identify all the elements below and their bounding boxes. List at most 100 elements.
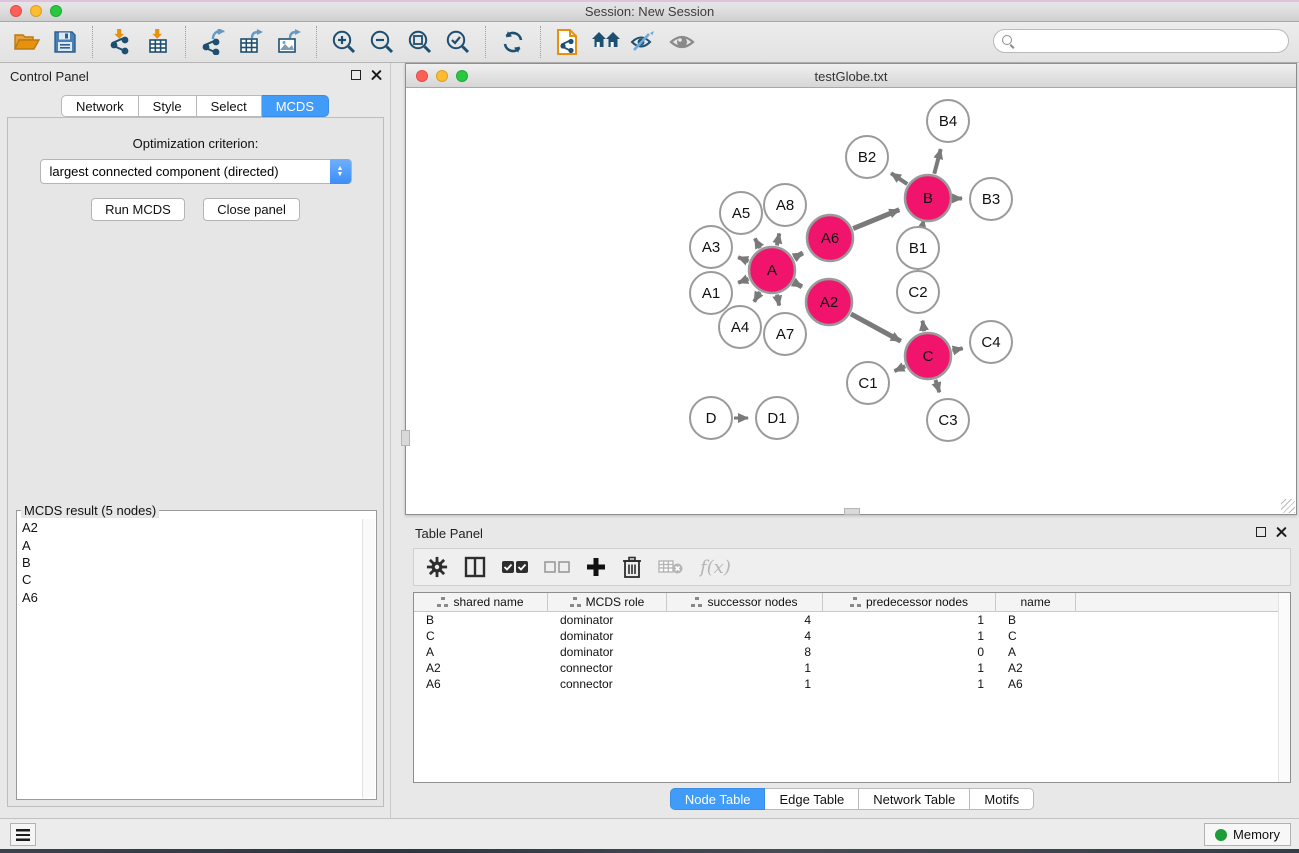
column-header-MCDS-role[interactable]: MCDS role — [548, 593, 667, 611]
mcds-result-item[interactable]: A — [18, 536, 362, 553]
delete-column-icon[interactable] — [622, 556, 642, 578]
table-cell: 8 — [667, 644, 823, 660]
node-label-C1: C1 — [858, 375, 877, 392]
birdseye-bottom-handle[interactable] — [844, 508, 860, 515]
close-panel-icon[interactable] — [371, 69, 382, 80]
first-neighbors-icon[interactable] — [551, 26, 585, 58]
dropdown-stepper-icon: ▲▼ — [330, 159, 351, 184]
network-graph-canvas[interactable]: B4B2BB3A5A8A6A3B1AA1C2A2A4A7CC4C1C3DD1 — [407, 89, 1296, 515]
home-icon[interactable] — [589, 26, 623, 58]
tab-edge-table[interactable]: Edge Table — [765, 788, 859, 810]
mcds-result-item[interactable]: B — [18, 554, 362, 571]
close-table-panel-icon[interactable] — [1276, 526, 1287, 537]
network-window-titlebar[interactable]: testGlobe.txt — [406, 64, 1296, 88]
edge-A-A8[interactable] — [777, 233, 779, 245]
zoom-in-icon[interactable] — [327, 26, 361, 58]
table-row[interactable]: A6connector11A6 — [414, 676, 1290, 692]
deselect-all-icon[interactable] — [544, 560, 570, 574]
node-label-B1: B1 — [909, 240, 927, 257]
edge-C-C3[interactable] — [935, 380, 939, 392]
import-table-icon[interactable] — [141, 26, 175, 58]
edge-A-A7[interactable] — [777, 294, 779, 305]
zoom-out-icon[interactable] — [365, 26, 399, 58]
tab-style[interactable]: Style — [139, 95, 197, 117]
hide-details-icon[interactable] — [627, 26, 661, 58]
edge-A-A6[interactable] — [794, 253, 803, 258]
column-header-name[interactable]: name — [996, 593, 1076, 611]
edge-B-B2[interactable] — [891, 173, 907, 184]
edge-A6-B[interactable] — [853, 210, 899, 229]
delete-table-icon[interactable] — [658, 559, 684, 575]
export-table-icon[interactable] — [234, 26, 268, 58]
column-header-shared-name[interactable]: shared name — [414, 593, 548, 611]
column-header-label: successor nodes — [707, 595, 797, 609]
mcds-result-item[interactable]: A6 — [18, 589, 362, 606]
table-row[interactable]: Bdominator41B — [414, 612, 1290, 628]
node-label-C2: C2 — [908, 284, 927, 301]
table-panel: Table Panel f(x) shared nameMCDS role — [405, 520, 1299, 818]
edge-A-A3[interactable] — [738, 257, 748, 261]
mcds-result-item[interactable]: C — [18, 571, 362, 588]
add-column-icon[interactable] — [586, 557, 606, 577]
tab-mcds[interactable]: MCDS — [262, 95, 329, 117]
task-history-button[interactable] — [10, 823, 36, 846]
save-session-icon[interactable] — [48, 26, 82, 58]
import-network-icon[interactable] — [103, 26, 137, 58]
tab-network[interactable]: Network — [61, 95, 139, 117]
float-panel-icon[interactable] — [351, 70, 361, 80]
zoom-fit-icon[interactable] — [403, 26, 437, 58]
refresh-layout-icon[interactable] — [496, 26, 530, 58]
toggle-column-view-icon[interactable] — [464, 556, 486, 578]
table-scrollbar[interactable] — [1278, 593, 1290, 782]
edge-C-C2[interactable] — [922, 321, 924, 332]
table-cell: 1 — [823, 628, 996, 644]
table-row[interactable]: A2connector11A2 — [414, 660, 1290, 676]
edge-A-A1[interactable] — [738, 279, 748, 283]
tab-select[interactable]: Select — [197, 95, 262, 117]
window-resize-grip[interactable] — [1281, 499, 1295, 513]
select-all-icon[interactable] — [502, 560, 528, 574]
search-field[interactable] — [993, 29, 1289, 53]
table-row[interactable]: Cdominator41C — [414, 628, 1290, 644]
table-row[interactable]: Adominator80A — [414, 644, 1290, 660]
tab-motifs[interactable]: Motifs — [970, 788, 1034, 810]
edge-A2-C[interactable] — [851, 314, 901, 341]
node-label-A7: A7 — [776, 326, 794, 343]
node-label-A4: A4 — [731, 319, 749, 336]
birdseye-left-handle[interactable] — [401, 430, 410, 446]
hierarchy-icon — [437, 597, 448, 607]
criterion-dropdown[interactable]: largest connected component (directed) ▲… — [40, 159, 352, 184]
edge-A-A5[interactable] — [755, 238, 760, 248]
export-image-icon[interactable] — [272, 26, 306, 58]
table-cell: connector — [548, 676, 667, 692]
memory-button[interactable]: Memory — [1204, 823, 1291, 846]
export-network-icon[interactable] — [196, 26, 230, 58]
column-header-successor-nodes[interactable]: successor nodes — [667, 593, 823, 611]
close-panel-button[interactable]: Close panel — [203, 198, 300, 221]
column-header-predecessor-nodes[interactable]: predecessor nodes — [823, 593, 996, 611]
settings-gear-icon[interactable] — [426, 556, 448, 578]
edge-A-A4[interactable] — [754, 292, 760, 302]
node-table: shared name MCDS role successor nodes prede… — [413, 592, 1291, 783]
tab-network-table[interactable]: Network Table — [859, 788, 970, 810]
mcds-result-scrollbar[interactable] — [362, 519, 375, 798]
edge-C-C4[interactable] — [952, 348, 962, 350]
column-header-label: shared name — [453, 595, 523, 609]
edge-A-A2[interactable] — [794, 282, 802, 287]
open-session-icon[interactable] — [10, 26, 44, 58]
run-mcds-button[interactable]: Run MCDS — [91, 198, 185, 221]
edge-B-B4[interactable] — [934, 149, 940, 174]
table-cell: A — [996, 644, 1076, 660]
mcds-result-list[interactable]: A2ABCA6 — [18, 519, 362, 798]
tab-node-table[interactable]: Node Table — [670, 788, 766, 810]
column-header-label: name — [1020, 595, 1050, 609]
edge-C-C1[interactable] — [894, 366, 905, 371]
show-details-icon[interactable] — [665, 26, 699, 58]
column-header-label: MCDS role — [586, 595, 645, 609]
search-input[interactable] — [1020, 34, 1288, 48]
function-builder-icon[interactable]: f(x) — [700, 557, 731, 578]
zoom-selected-icon[interactable] — [441, 26, 475, 58]
node-label-B4: B4 — [939, 113, 957, 130]
float-table-panel-icon[interactable] — [1256, 527, 1266, 537]
mcds-result-item[interactable]: A2 — [18, 519, 362, 536]
